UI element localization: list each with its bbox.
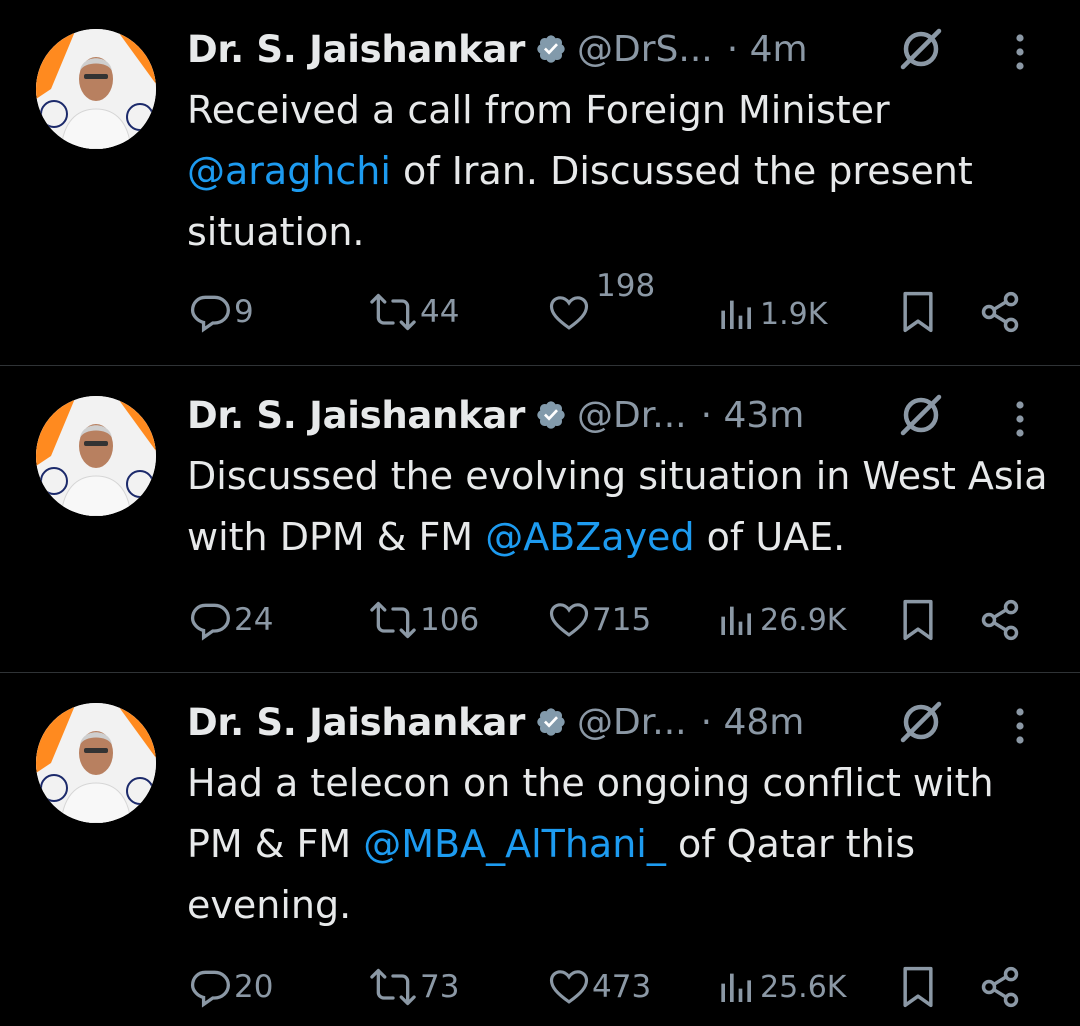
tweet-header: Dr. S. Jaishankar @Dr... · 48m [187,697,804,747]
verified-badge-icon [537,35,565,63]
author-handle[interactable]: @Dr... [577,395,687,436]
more-icon[interactable] [1006,29,1034,75]
heart-icon [549,603,589,637]
avatar-image [36,703,156,823]
more-icon[interactable] [1006,396,1034,442]
reply-icon [190,603,230,641]
views-icon [721,973,751,1002]
tweet[interactable]: Dr. S. Jaishankar @Dr... · 48m Had a tel… [0,673,1080,1026]
views-button[interactable]: 25.6K [718,967,846,1007]
reply-count: 9 [234,294,254,330]
tweet-text-part: of UAE. [694,515,846,559]
mention-link[interactable]: @MBA_AlThani_ [363,822,666,866]
repost-count: 106 [420,602,480,638]
like-count: 198 [596,268,656,304]
views-count: 26.9K [760,602,847,638]
mention-link[interactable]: @ABZayed [485,515,694,559]
bookmark-icon[interactable] [898,290,938,334]
heart-icon [549,970,589,1004]
repost-icon [370,293,416,331]
verified-badge-icon [537,401,565,429]
like-button[interactable]: 473 [548,966,651,1008]
tweet-text: Had a telecon on the ongoing conflict wi… [187,753,1057,936]
tweet-text: Discussed the evolving situation in West… [187,446,1057,568]
repost-button[interactable]: 73 [368,965,459,1009]
heart-icon [549,296,589,330]
avatar[interactable] [36,703,156,823]
tweet-text-part: Received a call from Foreign Minister [187,88,890,132]
avatar-image [36,396,156,516]
repost-count: 73 [420,969,460,1005]
avatar[interactable] [36,29,156,149]
avatar[interactable] [36,396,156,516]
like-count: 473 [592,969,652,1005]
like-button[interactable]: 715 [548,599,651,641]
like-button[interactable] [548,292,590,334]
share-icon[interactable] [978,598,1022,642]
bookmark-icon[interactable] [898,598,938,642]
views-button[interactable]: 1.9K [718,294,827,334]
verified-badge-icon [537,708,565,736]
grok-icon[interactable] [898,699,944,745]
share-icon[interactable] [978,290,1022,334]
tweet-header: Dr. S. Jaishankar @Dr... · 43m [187,390,804,440]
views-icon [721,300,751,329]
reply-icon [190,295,230,333]
views-button[interactable]: 26.9K [718,600,846,640]
reply-count: 20 [234,969,274,1005]
reply-button[interactable]: 24 [188,598,273,642]
bookmark-icon[interactable] [898,965,938,1009]
share-icon[interactable] [978,965,1022,1009]
timestamp[interactable]: · 4m [727,29,808,70]
tweet-header: Dr. S. Jaishankar @DrS... · 4m [187,24,808,74]
author-name[interactable]: Dr. S. Jaishankar [187,28,525,71]
tweet[interactable]: Dr. S. Jaishankar @Dr... · 43m Discussed… [0,366,1080,672]
reply-button[interactable]: 20 [188,965,273,1009]
views-count: 25.6K [760,969,847,1005]
repost-button[interactable]: 106 [368,598,479,642]
avatar-image [36,29,156,149]
repost-icon [370,601,416,639]
views-count: 1.9K [760,296,828,332]
tweet-text: Received a call from Foreign Minister @a… [187,80,1057,263]
views-icon [721,606,751,635]
repost-button[interactable]: 44 [368,290,459,334]
reply-button[interactable]: 9 [188,290,254,334]
reply-icon [190,970,230,1008]
repost-icon [370,968,416,1006]
author-name[interactable]: Dr. S. Jaishankar [187,701,525,744]
timestamp[interactable]: · 48m [701,702,805,743]
author-handle[interactable]: @Dr... [577,702,687,743]
author-name[interactable]: Dr. S. Jaishankar [187,394,525,437]
tweet[interactable]: Dr. S. Jaishankar @DrS... · 4m Received … [0,0,1080,365]
repost-count: 44 [420,294,460,330]
like-count: 715 [592,602,652,638]
grok-icon[interactable] [898,392,944,438]
reply-count: 24 [234,602,274,638]
timestamp[interactable]: · 43m [701,395,805,436]
grok-icon[interactable] [898,26,944,72]
more-icon[interactable] [1006,703,1034,749]
author-handle[interactable]: @DrS... [577,29,713,70]
mention-link[interactable]: @araghchi [187,149,391,193]
